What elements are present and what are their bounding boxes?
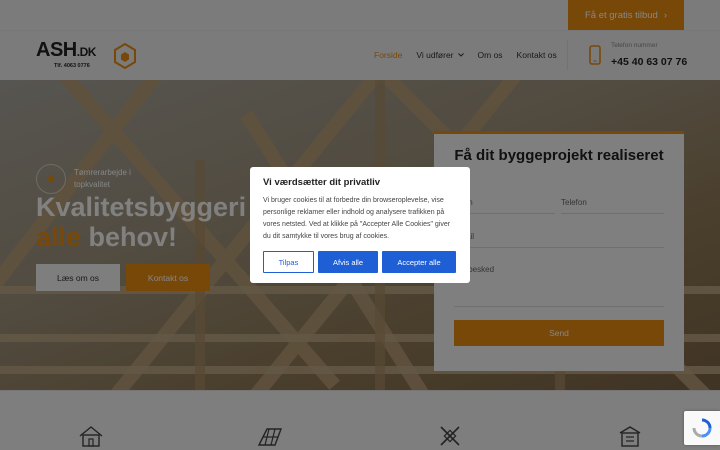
reject-all-button[interactable]: Afvis alle: [318, 251, 378, 273]
cookie-buttons: Tilpas Afvis alle Accepter alle: [263, 251, 456, 273]
cookie-body: Vi bruger cookies til at forbedre din br…: [263, 197, 451, 240]
accept-all-button[interactable]: Accepter alle: [382, 251, 456, 273]
customize-button[interactable]: Tilpas: [263, 251, 314, 273]
cookie-title: Vi værdsætter dit privatliv: [263, 177, 381, 188]
cookie-consent-dialog: Vi værdsætter dit privatliv Vi bruger co…: [250, 167, 470, 283]
recaptcha-icon: [692, 418, 712, 438]
recaptcha-badge[interactable]: [684, 411, 720, 445]
